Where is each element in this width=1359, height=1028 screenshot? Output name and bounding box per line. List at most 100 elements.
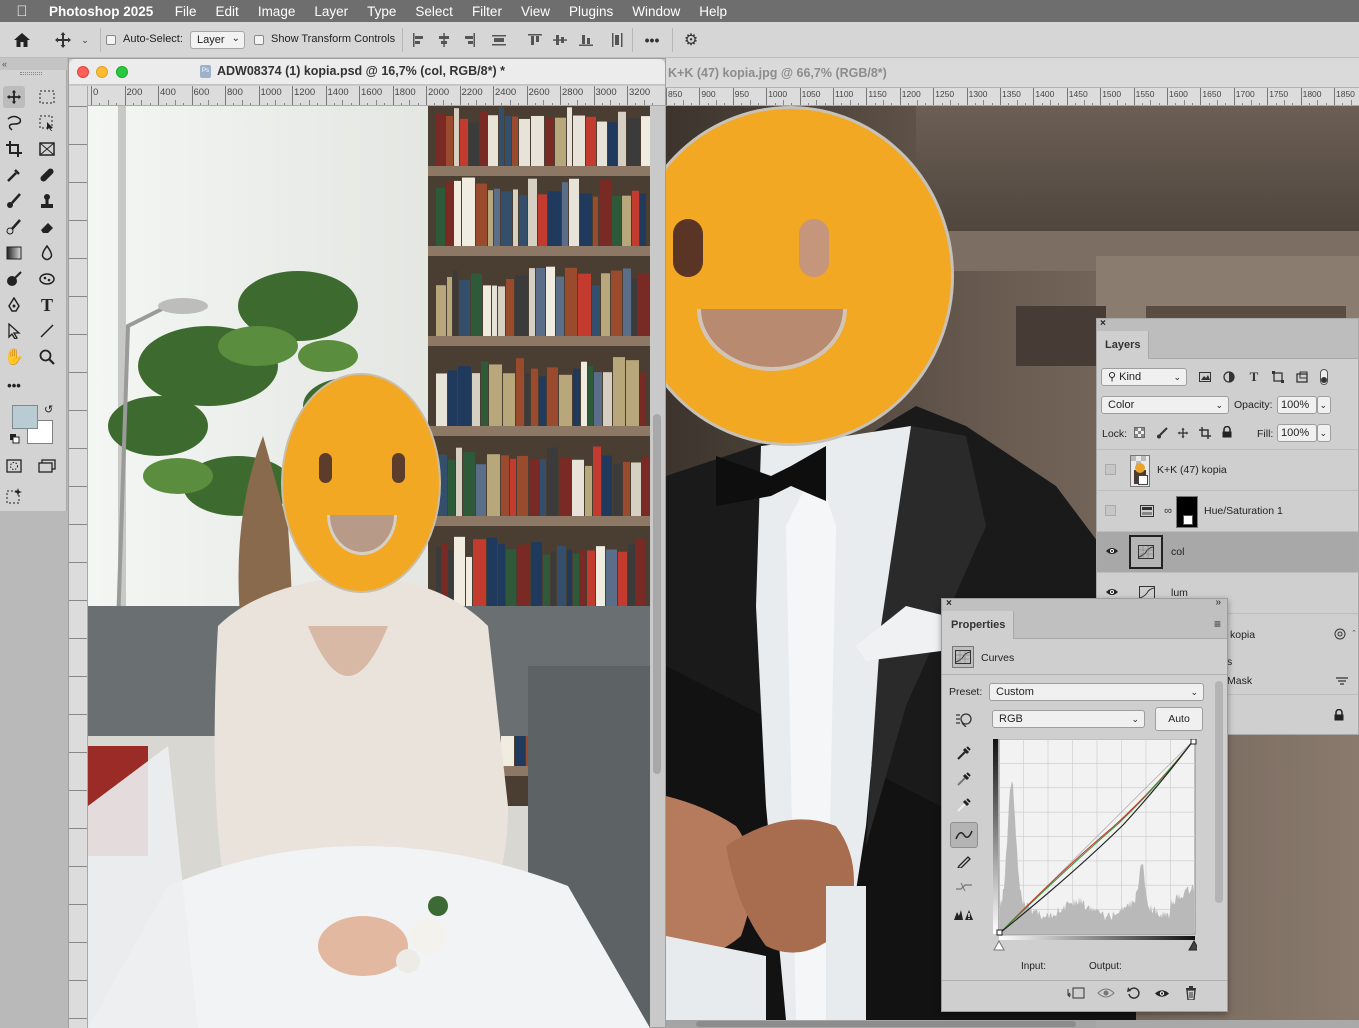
targeted-adjustment-icon[interactable] [952,709,976,729]
lock-transparent-icon[interactable] [1133,426,1146,439]
lasso-tool-icon[interactable] [3,112,25,134]
black-input-slider[interactable] [994,941,1004,950]
horizontal-ruler[interactable]: 850 900 950 1000 1050 1100 1150 1200 1250 1300 135… [666,88,1359,106]
menu-app-name[interactable]: Photoshop 2025 [44,4,165,19]
close-panel-icon[interactable]: × [1100,318,1106,329]
filter-smart-object-icon[interactable] [1294,369,1310,385]
minimize-window-icon[interactable] [96,66,108,78]
menu-select[interactable]: Select [406,4,463,19]
default-colors-icon[interactable] [10,434,20,444]
object-selection-icon[interactable] [36,112,58,134]
lock-artboard-icon[interactable] [1198,426,1211,439]
eye-icon[interactable] [1106,586,1118,598]
visibility-toggle[interactable] [1105,505,1116,516]
opacity-field[interactable]: 100% [1277,396,1317,414]
line-tool-icon[interactable] [36,320,58,342]
trash-icon[interactable] [1180,984,1202,1002]
align-center-icon[interactable] [435,31,453,49]
channel-dropdown[interactable]: RGB ⌄ [992,710,1145,728]
clip-to-layer-icon[interactable] [1065,984,1087,1002]
zoom-tool-icon[interactable] [36,346,58,368]
panel-header[interactable]: × » [942,599,1227,611]
layer-row-selected[interactable]: col [1097,531,1358,572]
layer-name[interactable]: col [1171,546,1184,558]
collapse-icon[interactable]: « [0,58,67,70]
distribute-vertical-icon[interactable] [608,31,626,49]
swap-colors-icon[interactable]: ↺ [44,403,53,416]
generative-icon[interactable] [3,485,25,507]
chevron-up-icon[interactable]: ˆ [1349,627,1359,641]
move-tool-icon[interactable] [52,30,74,50]
menu-edit[interactable]: Edit [206,4,248,19]
crop-tool-icon[interactable] [3,138,25,160]
chain-link-icon[interactable]: ∞ [1163,503,1173,519]
move-tool-icon[interactable] [3,86,25,108]
preset-dropdown[interactable]: Custom ⌄ [989,683,1204,701]
quick-mask-icon[interactable] [3,455,25,477]
smooth-curve-icon[interactable] [952,876,976,898]
close-window-icon[interactable] [77,66,89,78]
curve-point-tool-icon[interactable] [950,822,978,848]
visibility-toggle[interactable] [1105,464,1116,475]
menu-window[interactable]: Window [623,4,690,19]
distribute-icon[interactable] [490,31,508,49]
auto-button[interactable]: Auto [1155,707,1203,731]
layer-row[interactable]: ∞ Hue/Saturation 1 [1097,490,1358,531]
document-titlebar[interactable]: Ps ADW08374 (1) kopia.psd @ 16,7% (col, … [69,59,665,85]
curve-point[interactable] [1191,739,1196,744]
more-tools-icon[interactable]: ••• [3,374,25,396]
menu-plugins[interactable]: Plugins [559,4,622,19]
view-previous-state-icon[interactable] [1095,984,1117,1002]
sponge-tool-icon[interactable] [36,268,58,290]
menu-view[interactable]: View [511,4,559,19]
align-left-icon[interactable] [410,31,428,49]
tab-layers[interactable]: Layers [1097,331,1149,359]
toggle-visibility-eye-icon[interactable] [1151,984,1173,1002]
eraser-tool-icon[interactable] [36,216,58,238]
align-bottom-icon[interactable] [577,31,595,49]
align-middle-icon[interactable] [551,31,569,49]
home-icon[interactable] [10,29,34,51]
tab-properties[interactable]: Properties [942,611,1014,639]
fill-dropdown[interactable]: ⌄ [1317,424,1331,442]
type-tool-icon[interactable]: T [36,294,58,316]
horizontal-ruler[interactable]: 0 200 400 600 800 1000 1200 1400 1600 1800 2000 220… [88,86,665,106]
filter-toggle-icon[interactable] [1318,368,1330,386]
auto-select-dropdown[interactable]: Layer ⌄ [190,31,245,49]
blend-mode-dropdown[interactable]: Color ⌄ [1101,396,1229,414]
zoom-window-icon[interactable] [116,66,128,78]
vertical-scrollbar[interactable] [653,414,661,774]
blur-tool-icon[interactable] [36,242,58,264]
screen-mode-icon[interactable] [36,455,58,477]
white-input-slider[interactable] [1189,941,1197,950]
eye-icon[interactable] [1106,545,1118,557]
white-point-eyedropper-icon[interactable] [952,794,976,816]
dodge-tool-icon[interactable] [3,268,25,290]
transform-controls-checkbox[interactable] [254,35,264,45]
collapse-icon[interactable]: » [1215,597,1221,608]
lock-all-icon[interactable] [1220,425,1233,439]
reset-icon[interactable] [1123,984,1145,1002]
document-canvas-1[interactable] [88,106,650,1028]
auto-select-checkbox[interactable] [106,35,116,45]
black-point-eyedropper-icon[interactable] [952,742,976,764]
marquee-tool-icon[interactable] [36,86,58,108]
scrollbar-thumb[interactable] [696,1021,1076,1027]
layer-row[interactable]: K+K (47) kopia [1097,449,1358,490]
layer-name[interactable]: K+K (47) kopia [1157,464,1227,476]
hand-tool-icon[interactable]: ✋ [3,346,25,368]
panel-grip[interactable] [20,72,42,75]
layer-name[interactable]: kopia [1230,629,1255,641]
curve-point[interactable] [997,930,1002,935]
eyedropper-tool-icon[interactable] [3,164,25,186]
filter-pixel-icon[interactable] [1197,369,1213,385]
history-brush-icon[interactable] [3,216,25,238]
foreground-color-swatch[interactable] [12,405,38,429]
frame-tool-icon[interactable] [36,138,58,160]
panel-menu-icon[interactable]: ≡ [1214,617,1221,631]
curves-graph[interactable] [993,739,1197,951]
layer-filter-kind[interactable]: ⚲ Kind ⌄ [1101,368,1187,386]
gradient-tool-icon[interactable] [3,242,25,264]
fill-field[interactable]: 100% [1277,424,1317,442]
gear-icon[interactable]: ⚙ [680,30,702,50]
